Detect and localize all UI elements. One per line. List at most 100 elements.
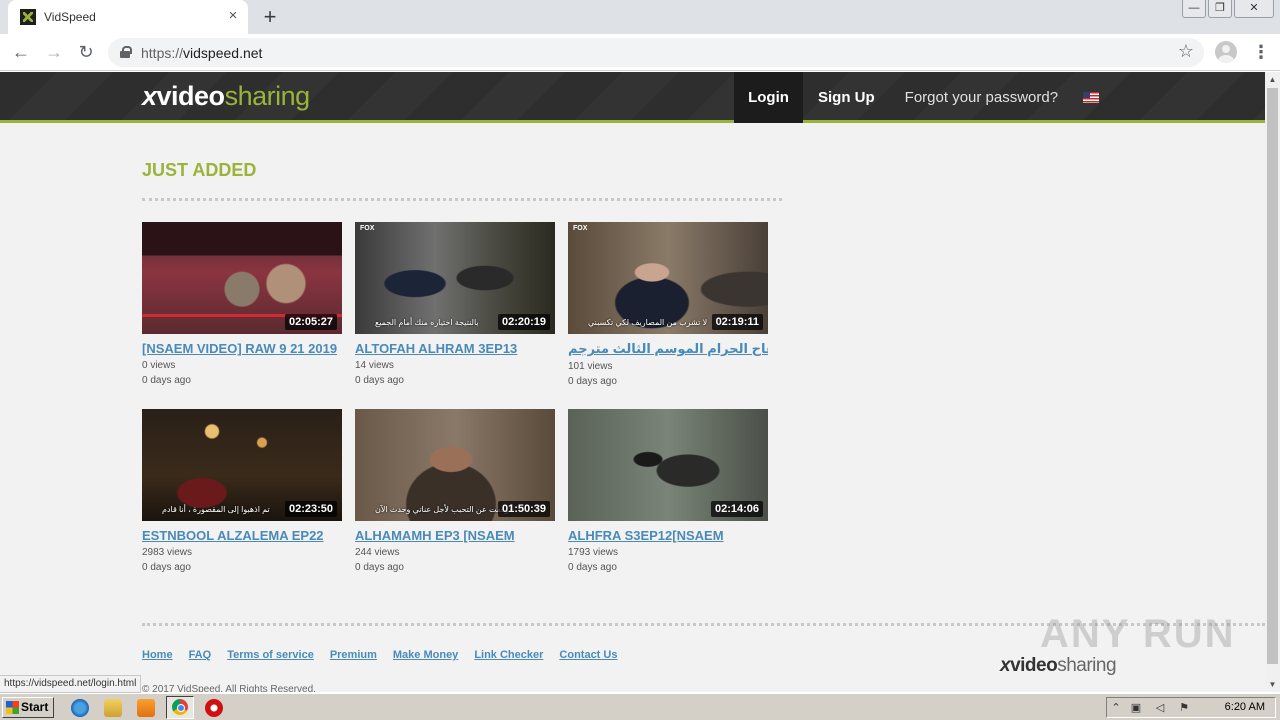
media-player-icon[interactable]: [137, 699, 155, 717]
site-header: xvideosharing Login Sign Up Forgot your …: [0, 72, 1265, 123]
start-button[interactable]: Start: [2, 697, 54, 718]
video-title-link[interactable]: ESTNBOOL ALZALEMA EP22: [142, 528, 342, 543]
anyrun-watermark: ANY RUN: [1040, 612, 1236, 656]
profile-icon[interactable]: [1215, 41, 1237, 63]
copyright: © 2017 VidSpeed. All Rights Reserved.: [142, 684, 316, 692]
footer-link-terms[interactable]: Terms of service: [227, 649, 314, 661]
video-thumbnail[interactable]: توقفت عن التحبب لأجل عناتي وحدث الآن 01:…: [355, 409, 555, 521]
video-title-link[interactable]: التفاح الحرام الموسم الثالث مترجم �...: [568, 341, 768, 357]
logo-video: video: [156, 81, 226, 111]
signup-link[interactable]: Sign Up: [803, 72, 890, 123]
footer-link-premium[interactable]: Premium: [330, 649, 377, 661]
thumbnail-subtitle: توقفت عن التحبب لأجل عناتي وحدث الآن: [375, 505, 512, 514]
video-views: 2983 views: [142, 547, 193, 558]
volume-icon[interactable]: ◁: [1153, 701, 1167, 715]
video-card: توقفت عن التحبب لأجل عناتي وحدث الآن 01:…: [355, 409, 555, 573]
footer-link-link-checker[interactable]: Link Checker: [474, 649, 543, 661]
footer-link-faq[interactable]: FAQ: [189, 649, 212, 661]
footer-links: Home FAQ Terms of service Premium Make M…: [142, 649, 617, 661]
video-title-link[interactable]: ALTOFAH ALHRAM 3EP13: [355, 341, 555, 356]
footer-link-make-money[interactable]: Make Money: [393, 649, 458, 661]
section-title: JUST ADDED: [142, 160, 257, 180]
tab-close-icon[interactable]: ×: [224, 7, 242, 25]
browser-tabstrip: VidSpeed × + — ❐ ✕: [0, 0, 1280, 34]
reload-button[interactable]: ↻: [74, 40, 98, 64]
thumbnail-subtitle: تم اذهبوا إلى المقصورة ، أنا قادم: [162, 505, 270, 514]
header-nav: Login Sign Up Forgot your password?: [734, 72, 1073, 123]
video-age: 0 days ago: [142, 562, 191, 573]
scroll-thumb[interactable]: [1267, 88, 1278, 664]
login-link[interactable]: Login: [734, 72, 803, 123]
window-controls: — ❐ ✕: [1182, 0, 1274, 18]
video-views: 1793 views: [568, 547, 619, 558]
video-thumbnail[interactable]: 02:05:27: [142, 222, 342, 334]
video-thumbnail[interactable]: تم اذهبوا إلى المقصورة ، أنا قادم 02:23:…: [142, 409, 342, 521]
video-views: 0 views: [142, 360, 176, 371]
taskbar: Start ⌃ ▣ ◁ ⚑ 6:20 AM: [0, 693, 1280, 720]
minimize-button[interactable]: —: [1182, 0, 1206, 18]
url-host: vidspeed.net: [183, 45, 263, 61]
site-logo[interactable]: xvideosharing: [142, 81, 310, 112]
video-age: 0 days ago: [568, 562, 617, 573]
video-title-link[interactable]: ALHAMAMH EP3 [NSAEM: [355, 528, 555, 543]
section-divider: [142, 198, 782, 201]
tab-title: VidSpeed: [44, 10, 96, 24]
video-views: 14 views: [355, 360, 394, 371]
video-duration: 01:50:39: [497, 501, 550, 517]
footer-link-contact[interactable]: Contact Us: [559, 649, 617, 661]
start-logo-icon: [6, 701, 19, 714]
video-views: 244 views: [355, 547, 400, 558]
url-text[interactable]: https://vidspeed.net: [141, 45, 262, 61]
video-thumbnail[interactable]: FOX لا تشرب من المصاريف لكي تكسبني 02:19…: [568, 222, 768, 334]
tray-expand-icon[interactable]: ⌃: [1109, 701, 1123, 715]
video-thumbnail[interactable]: FOX بالنتيجة اختياره منك أمام الجميع 02:…: [355, 222, 555, 334]
opera-icon[interactable]: [205, 699, 223, 717]
restore-button[interactable]: ❐: [1208, 0, 1232, 18]
network-icon[interactable]: ▣: [1129, 701, 1143, 715]
logo-sharing: sharing: [224, 81, 311, 111]
lock-icon[interactable]: [120, 46, 132, 58]
flag-us-icon[interactable]: [1083, 92, 1099, 103]
folder-icon[interactable]: [104, 699, 122, 717]
forward-button[interactable]: →: [42, 40, 66, 64]
video-title-link[interactable]: [NSAEM VIDEO] RAW 9 21 2019: [142, 341, 342, 356]
video-duration: 02:23:50: [284, 501, 337, 517]
ie-icon[interactable]: [71, 699, 89, 717]
close-window-button[interactable]: ✕: [1234, 0, 1274, 18]
back-button[interactable]: ←: [9, 40, 33, 64]
channel-mark: FOX: [573, 225, 588, 232]
video-views: 101 views: [568, 361, 613, 372]
chrome-icon[interactable]: [166, 696, 194, 719]
clock[interactable]: 6:20 AM: [1225, 701, 1265, 713]
video-duration: 02:14:06: [710, 501, 763, 517]
new-tab-button[interactable]: +: [258, 5, 282, 29]
menu-icon[interactable]: ⋮: [1252, 40, 1270, 64]
forgot-password-link[interactable]: Forgot your password?: [890, 72, 1073, 123]
scroll-up-arrow[interactable]: ▲: [1265, 72, 1280, 87]
browser-tab[interactable]: VidSpeed ×: [8, 0, 248, 34]
channel-mark: FOX: [360, 225, 375, 232]
footer-logo: xvideosharing: [1000, 655, 1117, 677]
flag-tray-icon[interactable]: ⚑: [1177, 701, 1191, 715]
video-age: 0 days ago: [355, 375, 404, 386]
footer-link-home[interactable]: Home: [142, 649, 173, 661]
browser-toolbar: ← → ↻ https://vidspeed.net ☆ ⋮: [0, 34, 1280, 71]
thumbnail-subtitle: لا تشرب من المصاريف لكي تكسبني: [588, 318, 708, 327]
footer-logo-x: x: [1000, 655, 1011, 676]
video-title-link[interactable]: ALHFRA S3EP12[NSAEM: [568, 528, 768, 543]
logo-x: x: [142, 81, 157, 111]
page-scrollbar[interactable]: ▲ ▼: [1265, 72, 1280, 692]
video-duration: 02:20:19: [497, 314, 550, 330]
video-duration: 02:19:11: [711, 314, 763, 330]
video-card: 02:14:06 ALHFRA S3EP12[NSAEM 1793 views …: [568, 409, 768, 573]
video-card: FOX لا تشرب من المصاريف لكي تكسبني 02:19…: [568, 222, 768, 387]
scroll-down-arrow[interactable]: ▼: [1265, 677, 1280, 692]
video-thumbnail[interactable]: 02:14:06: [568, 409, 768, 521]
start-label: Start: [21, 700, 49, 714]
status-url-bubble: https://vidspeed.net/login.html: [0, 675, 142, 693]
star-icon[interactable]: ☆: [1178, 41, 1194, 62]
thumbnail-subtitle: بالنتيجة اختياره منك أمام الجميع: [375, 318, 479, 327]
video-card: FOX بالنتيجة اختياره منك أمام الجميع 02:…: [355, 222, 555, 386]
footer-logo-sharing: sharing: [1057, 655, 1117, 676]
address-bar[interactable]: https://vidspeed.net ☆: [108, 38, 1204, 67]
